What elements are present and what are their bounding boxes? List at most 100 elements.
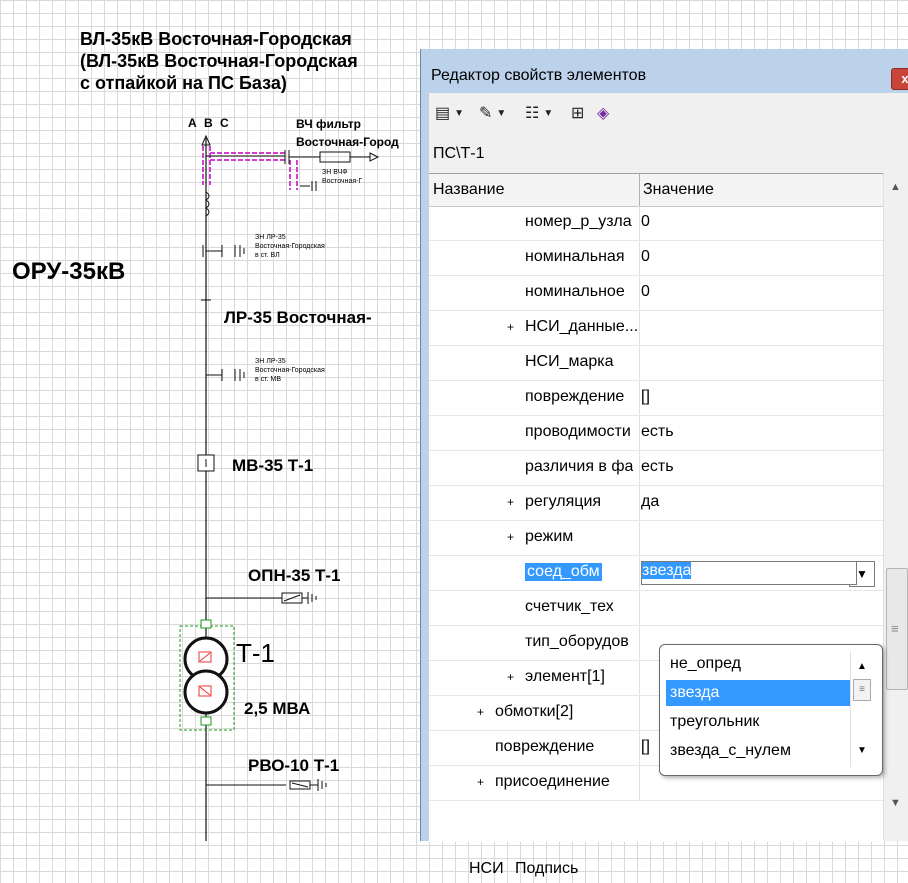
- close-button[interactable]: x: [891, 68, 908, 90]
- nsi-tab[interactable]: НСИ: [469, 860, 504, 878]
- property-name: номер_р_узла: [525, 213, 632, 230]
- property-row[interactable]: проводимости есть: [429, 416, 883, 451]
- property-name: режим: [525, 528, 574, 545]
- property-name: элемент[1]: [525, 668, 605, 685]
- property-name: обмотки[2]: [495, 703, 574, 720]
- expand-icon[interactable]: +: [507, 320, 514, 334]
- property-row[interactable]: + НСИ_данные...: [429, 311, 883, 346]
- cell-divider: [639, 731, 640, 765]
- cell-divider: [639, 206, 640, 240]
- schematic-lines: [179, 134, 380, 841]
- property-name: присоединение: [495, 773, 610, 790]
- cell-divider: [639, 276, 640, 310]
- column-header-name[interactable]: Название: [433, 181, 505, 199]
- cell-divider: [639, 346, 640, 380]
- property-row[interactable]: + режим: [429, 521, 883, 556]
- dropdown-arrow-icon: ▼: [543, 108, 554, 120]
- tree-button[interactable]: ⊞: [571, 103, 584, 125]
- property-name: номинальная: [525, 248, 625, 265]
- properties-button[interactable]: ☷ ▼: [525, 103, 553, 125]
- property-value[interactable]: есть: [641, 458, 877, 476]
- cell-divider: [639, 381, 640, 415]
- property-row[interactable]: соед_обм ▼ звезда: [429, 556, 883, 591]
- cell-divider: [639, 486, 640, 520]
- property-name: тип_оборудов: [525, 633, 629, 650]
- property-row[interactable]: номинальная 0: [429, 241, 883, 276]
- column-header-value[interactable]: Значение: [643, 181, 714, 199]
- properties-icon: ☷: [525, 105, 540, 122]
- property-row[interactable]: НСИ_марка: [429, 346, 883, 381]
- property-row[interactable]: счетчик_тех: [429, 591, 883, 626]
- property-value[interactable]: 0: [641, 213, 877, 231]
- property-name: повреждение: [495, 738, 595, 755]
- book-icon: ◈: [597, 105, 610, 122]
- cell-divider: [639, 766, 640, 800]
- dropdown-option[interactable]: звезда_с_нулем: [666, 738, 850, 764]
- cell-divider: [639, 521, 640, 555]
- property-name: повреждение: [525, 388, 625, 405]
- property-name: проводимости: [525, 423, 631, 440]
- dropdown-arrow-icon: ▼: [496, 108, 507, 120]
- property-value[interactable]: []: [641, 388, 877, 406]
- property-value[interactable]: да: [641, 493, 877, 511]
- dialog-client-area: ▤ ▼ ✎ ▼ ☷ ▼ ⊞ ◈ ПС\Т-1 Название Значение но…: [429, 93, 908, 877]
- schematic-canvas[interactable]: ВЛ-35кВ Восточная-Городская (ВЛ-35кВ Вос…: [0, 0, 430, 841]
- scroll-up-icon[interactable]: ▲: [890, 181, 901, 193]
- property-name: счетчик_тех: [525, 598, 614, 615]
- property-row[interactable]: + регуляция да: [429, 486, 883, 521]
- list-view-button[interactable]: ▤ ▼: [435, 103, 464, 125]
- expand-icon[interactable]: +: [477, 775, 484, 789]
- highlighted-connection: [202, 146, 298, 190]
- expand-icon[interactable]: +: [507, 495, 514, 509]
- dropdown-option[interactable]: не_опред: [666, 651, 850, 677]
- property-value[interactable]: 0: [641, 248, 877, 266]
- selected-value-text: звезда: [642, 562, 692, 579]
- element-path: ПС\Т-1: [433, 145, 485, 162]
- property-name: НСИ_марка: [525, 353, 614, 370]
- dropdown-arrow-icon: ▼: [454, 108, 465, 120]
- window-titlebar[interactable]: Редактор свойств элементов x: [421, 49, 908, 93]
- book-button[interactable]: ◈: [597, 103, 609, 125]
- edit-button[interactable]: ✎ ▼: [479, 103, 506, 125]
- property-row[interactable]: различия в фа есть: [429, 451, 883, 486]
- cell-divider: [639, 591, 640, 625]
- property-row[interactable]: номер_р_узла 0: [429, 206, 883, 241]
- dropdown-option[interactable]: треугольник: [666, 709, 850, 735]
- cell-divider: [639, 416, 640, 450]
- cell-divider: [639, 556, 640, 590]
- list-icon: ▤: [435, 105, 451, 122]
- scroll-up-icon[interactable]: ▲: [857, 661, 867, 672]
- property-name: соед_обм: [525, 563, 602, 581]
- scrollbar-thumb[interactable]: ≡: [853, 679, 871, 701]
- grid-scrollbar[interactable]: ▲ ≡ ▼: [883, 173, 908, 841]
- signature-tab[interactable]: Подпись: [515, 860, 578, 878]
- scroll-down-icon[interactable]: ▼: [857, 745, 867, 756]
- scrollbar-thumb[interactable]: ≡: [886, 568, 908, 690]
- status-bar: НСИ Подпись: [429, 853, 908, 883]
- property-value[interactable]: 0: [641, 283, 877, 301]
- property-name: НСИ_данные...: [525, 318, 637, 335]
- value-combobox[interactable]: звезда: [641, 561, 857, 585]
- grip-icon: ≡: [891, 621, 899, 636]
- property-name: регуляция: [525, 493, 602, 510]
- value-dropdown-list[interactable]: не_опред звезда треугольник звезда_с_нулем …: [659, 644, 883, 776]
- expand-icon[interactable]: +: [507, 530, 514, 544]
- cell-divider: [639, 241, 640, 275]
- column-divider[interactable]: [639, 174, 640, 206]
- property-row[interactable]: повреждение []: [429, 381, 883, 416]
- property-name: номинальное: [525, 283, 625, 300]
- window-title: Редактор свойств элементов: [431, 67, 647, 84]
- cell-divider: [639, 661, 640, 695]
- property-row[interactable]: номинальное 0: [429, 276, 883, 311]
- pencil-icon: ✎: [479, 105, 493, 122]
- property-name: различия в фа: [525, 458, 634, 475]
- property-editor-window[interactable]: Редактор свойств элементов x ▤ ▼ ✎ ▼ ☷ ▼ ⊞ …: [420, 49, 908, 877]
- dropdown-scrollbar[interactable]: ▲ ≡ ▼: [850, 651, 873, 767]
- expand-icon[interactable]: +: [477, 705, 484, 719]
- scroll-down-icon[interactable]: ▼: [890, 797, 901, 809]
- property-value[interactable]: есть: [641, 423, 877, 441]
- dropdown-option[interactable]: звезда: [666, 680, 850, 706]
- cell-divider: [639, 696, 640, 730]
- expand-icon[interactable]: +: [507, 670, 514, 684]
- cell-divider: [639, 626, 640, 660]
